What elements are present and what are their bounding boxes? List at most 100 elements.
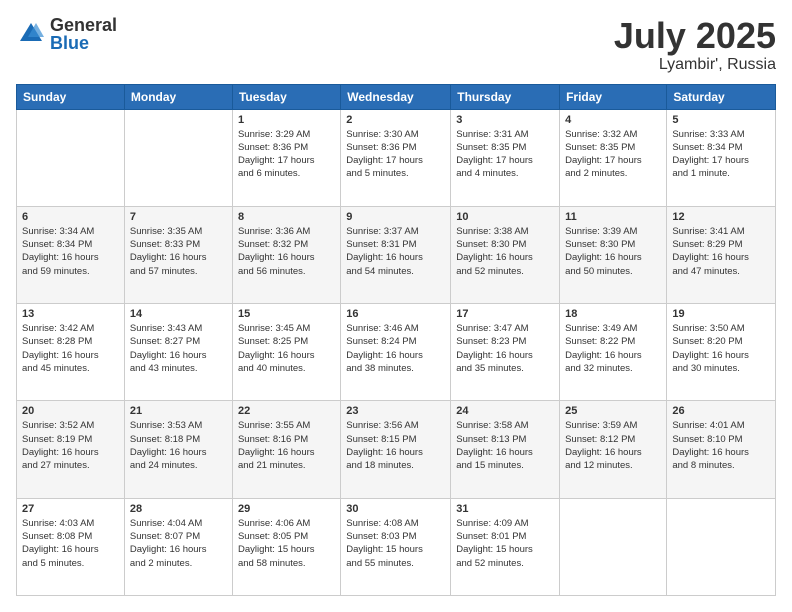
day-info: Sunrise: 3:50 AM Sunset: 8:20 PM Dayligh… — [672, 322, 770, 375]
calendar-cell-w3-d2: 14Sunrise: 3:43 AM Sunset: 8:27 PM Dayli… — [124, 304, 232, 401]
col-wednesday: Wednesday — [341, 84, 451, 109]
col-thursday: Thursday — [451, 84, 560, 109]
calendar-cell-w2-d7: 12Sunrise: 3:41 AM Sunset: 8:29 PM Dayli… — [667, 206, 776, 303]
day-number: 4 — [565, 114, 661, 126]
day-info: Sunrise: 4:04 AM Sunset: 8:07 PM Dayligh… — [130, 517, 227, 570]
day-number: 8 — [238, 211, 335, 223]
calendar-week-5: 27Sunrise: 4:03 AM Sunset: 8:08 PM Dayli… — [17, 498, 776, 595]
day-number: 30 — [346, 503, 445, 515]
day-info: Sunrise: 3:36 AM Sunset: 8:32 PM Dayligh… — [238, 225, 335, 278]
day-number: 13 — [22, 308, 119, 320]
calendar-cell-w1-d7: 5 Sunrise: 3:33 AM Sunset: 8:34 PM Daylig… — [667, 109, 776, 206]
day-info: Sunrise: 3:45 AM Sunset: 8:25 PM Dayligh… — [238, 322, 335, 375]
logo: General Blue — [16, 16, 117, 52]
day-number: 14 — [130, 308, 227, 320]
calendar-table: Sunday Monday Tuesday Wednesday Thursday… — [16, 84, 776, 596]
calendar-cell-w5-d1: 27Sunrise: 4:03 AM Sunset: 8:08 PM Dayli… — [17, 498, 125, 595]
calendar-cell-w1-d2 — [124, 109, 232, 206]
day-info: Sunrise: 3:55 AM Sunset: 8:16 PM Dayligh… — [238, 419, 335, 472]
day-number: 28 — [130, 503, 227, 515]
calendar-cell-w3-d5: 17 Sunrise: 3:47 AM Sunset: 8:23 PM Dayli… — [451, 304, 560, 401]
calendar-cell-w5-d2: 28 Sunrise: 4:04 AM Sunset: 8:07 PM Dayli… — [124, 498, 232, 595]
calendar-cell-w4-d6: 25 Sunrise: 3:59 AM Sunset: 8:12 PM Dayli… — [560, 401, 667, 498]
calendar-cell-w2-d1: 6 Sunrise: 3:34 AM Sunset: 8:34 PM Daylig… — [17, 206, 125, 303]
page: General Blue July 2025 Lyambir', Russia … — [0, 0, 792, 612]
calendar-cell-w2-d6: 11 Sunrise: 3:39 AM Sunset: 8:30 PM Dayli… — [560, 206, 667, 303]
day-number: 22 — [238, 405, 335, 417]
day-number: 29 — [238, 503, 335, 515]
calendar-header-row: Sunday Monday Tuesday Wednesday Thursday… — [17, 84, 776, 109]
day-info: Sunrise: 3:30 AM Sunset: 8:36 PM Dayligh… — [346, 128, 445, 181]
col-monday: Monday — [124, 84, 232, 109]
day-info: Sunrise: 4:06 AM Sunset: 8:05 PM Dayligh… — [238, 517, 335, 570]
day-info: Sunrise: 3:58 AM Sunset: 8:13 PM Dayligh… — [456, 419, 554, 472]
day-info: Sunrise: 3:52 AM Sunset: 8:19 PM Dayligh… — [22, 419, 119, 472]
day-info: Sunrise: 3:33 AM Sunset: 8:34 PM Dayligh… — [672, 128, 770, 181]
day-number: 10 — [456, 211, 554, 223]
day-number: 16 — [346, 308, 445, 320]
day-info: Sunrise: 3:34 AM Sunset: 8:34 PM Dayligh… — [22, 225, 119, 278]
calendar-cell-w2-d2: 7 Sunrise: 3:35 AM Sunset: 8:33 PM Daylig… — [124, 206, 232, 303]
header: General Blue July 2025 Lyambir', Russia — [16, 16, 776, 74]
day-number: 11 — [565, 211, 661, 223]
calendar-cell-w1-d3: 1Sunrise: 3:29 AM Sunset: 8:36 PM Daylig… — [232, 109, 340, 206]
day-number: 9 — [346, 211, 445, 223]
calendar-cell-w5-d4: 30 Sunrise: 4:08 AM Sunset: 8:03 PM Dayli… — [341, 498, 451, 595]
logo-icon — [16, 19, 46, 49]
calendar-cell-w3-d3: 15 Sunrise: 3:45 AM Sunset: 8:25 PM Dayli… — [232, 304, 340, 401]
calendar-cell-w4-d1: 20Sunrise: 3:52 AM Sunset: 8:19 PM Dayli… — [17, 401, 125, 498]
col-tuesday: Tuesday — [232, 84, 340, 109]
day-number: 18 — [565, 308, 661, 320]
day-info: Sunrise: 3:29 AM Sunset: 8:36 PM Dayligh… — [238, 128, 335, 181]
calendar-cell-w3-d1: 13 Sunrise: 3:42 AM Sunset: 8:28 PM Dayli… — [17, 304, 125, 401]
day-info: Sunrise: 3:32 AM Sunset: 8:35 PM Dayligh… — [565, 128, 661, 181]
day-info: Sunrise: 3:39 AM Sunset: 8:30 PM Dayligh… — [565, 225, 661, 278]
month-title: July 2025 — [614, 16, 776, 56]
day-info: Sunrise: 3:38 AM Sunset: 8:30 PM Dayligh… — [456, 225, 554, 278]
day-number: 6 — [22, 211, 119, 223]
calendar-cell-w2-d4: 9 Sunrise: 3:37 AM Sunset: 8:31 PM Daylig… — [341, 206, 451, 303]
day-info: Sunrise: 3:42 AM Sunset: 8:28 PM Dayligh… — [22, 322, 119, 375]
calendar-week-2: 6 Sunrise: 3:34 AM Sunset: 8:34 PM Daylig… — [17, 206, 776, 303]
day-number: 3 — [456, 114, 554, 126]
calendar-cell-w4-d7: 26 Sunrise: 4:01 AM Sunset: 8:10 PM Dayli… — [667, 401, 776, 498]
day-info: Sunrise: 4:01 AM Sunset: 8:10 PM Dayligh… — [672, 419, 770, 472]
day-number: 12 — [672, 211, 770, 223]
day-info: Sunrise: 3:35 AM Sunset: 8:33 PM Dayligh… — [130, 225, 227, 278]
day-info: Sunrise: 3:37 AM Sunset: 8:31 PM Dayligh… — [346, 225, 445, 278]
day-number: 23 — [346, 405, 445, 417]
calendar-cell-w2-d3: 8 Sunrise: 3:36 AM Sunset: 8:32 PM Daylig… — [232, 206, 340, 303]
day-number: 17 — [456, 308, 554, 320]
location: Lyambir', Russia — [614, 56, 776, 74]
calendar-week-1: 1Sunrise: 3:29 AM Sunset: 8:36 PM Daylig… — [17, 109, 776, 206]
day-number: 24 — [456, 405, 554, 417]
day-number: 26 — [672, 405, 770, 417]
day-info: Sunrise: 3:56 AM Sunset: 8:15 PM Dayligh… — [346, 419, 445, 472]
day-number: 21 — [130, 405, 227, 417]
day-info: Sunrise: 3:49 AM Sunset: 8:22 PM Dayligh… — [565, 322, 661, 375]
calendar-cell-w2-d5: 10 Sunrise: 3:38 AM Sunset: 8:30 PM Dayli… — [451, 206, 560, 303]
calendar-cell-w3-d4: 16Sunrise: 3:46 AM Sunset: 8:24 PM Dayli… — [341, 304, 451, 401]
calendar-cell-w4-d3: 22 Sunrise: 3:55 AM Sunset: 8:16 PM Dayli… — [232, 401, 340, 498]
calendar-cell-w5-d5: 31Sunrise: 4:09 AM Sunset: 8:01 PM Dayli… — [451, 498, 560, 595]
day-info: Sunrise: 4:08 AM Sunset: 8:03 PM Dayligh… — [346, 517, 445, 570]
day-info: Sunrise: 3:53 AM Sunset: 8:18 PM Dayligh… — [130, 419, 227, 472]
calendar-cell-w5-d3: 29 Sunrise: 4:06 AM Sunset: 8:05 PM Dayli… — [232, 498, 340, 595]
day-number: 5 — [672, 114, 770, 126]
day-number: 15 — [238, 308, 335, 320]
day-number: 19 — [672, 308, 770, 320]
calendar-cell-w4-d5: 24 Sunrise: 3:58 AM Sunset: 8:13 PM Dayli… — [451, 401, 560, 498]
calendar-cell-w5-d7 — [667, 498, 776, 595]
day-info: Sunrise: 3:31 AM Sunset: 8:35 PM Dayligh… — [456, 128, 554, 181]
day-number: 7 — [130, 211, 227, 223]
logo-general-text: General — [50, 16, 117, 34]
day-number: 25 — [565, 405, 661, 417]
logo-blue-text: Blue — [50, 34, 117, 52]
calendar-cell-w1-d1 — [17, 109, 125, 206]
day-info: Sunrise: 4:09 AM Sunset: 8:01 PM Dayligh… — [456, 517, 554, 570]
day-info: Sunrise: 3:59 AM Sunset: 8:12 PM Dayligh… — [565, 419, 661, 472]
day-info: Sunrise: 3:47 AM Sunset: 8:23 PM Dayligh… — [456, 322, 554, 375]
calendar-cell-w3-d7: 19 Sunrise: 3:50 AM Sunset: 8:20 PM Dayli… — [667, 304, 776, 401]
title-block: July 2025 Lyambir', Russia — [614, 16, 776, 74]
calendar-cell-w4-d4: 23 Sunrise: 3:56 AM Sunset: 8:15 PM Dayli… — [341, 401, 451, 498]
